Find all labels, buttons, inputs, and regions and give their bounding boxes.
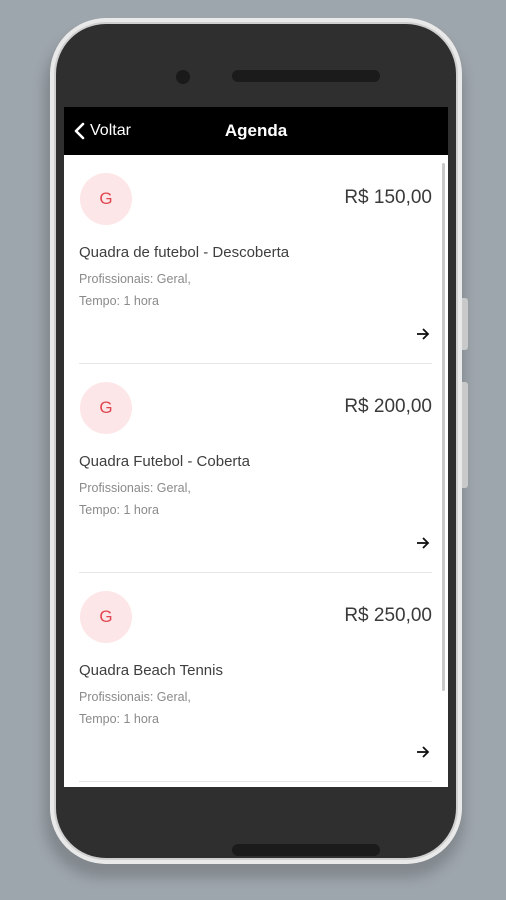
scrollbar[interactable] xyxy=(442,163,445,691)
list-item[interactable]: G R$ 250,00 Quadra Beach Tennis Profissi… xyxy=(79,573,432,782)
back-label: Voltar xyxy=(90,122,131,139)
professionals-text: Profissionais: Geral, xyxy=(79,272,191,286)
top-bar: Voltar Agenda xyxy=(64,107,448,155)
volume-button xyxy=(462,298,468,350)
back-button[interactable]: Voltar xyxy=(72,107,131,155)
service-list: G R$ 150,00 Quadra de futebol - Descober… xyxy=(64,155,448,787)
duration-text: Tempo: 1 hora xyxy=(79,712,159,726)
duration-text: Tempo: 1 hora xyxy=(79,503,159,517)
price-label: R$ 200,00 xyxy=(344,396,432,417)
price-label: R$ 250,00 xyxy=(344,605,432,626)
avatar: G xyxy=(80,382,132,434)
list-item[interactable]: G R$ 200,00 Quadra Futebol - Coberta Pro… xyxy=(79,364,432,573)
power-button xyxy=(462,382,468,488)
service-name: Quadra Futebol - Coberta xyxy=(79,453,250,470)
front-camera xyxy=(176,70,190,84)
arrow-right-icon[interactable] xyxy=(416,327,430,341)
avatar: G xyxy=(80,173,132,225)
bottom-speaker xyxy=(232,844,380,856)
professionals-text: Profissionais: Geral, xyxy=(79,690,191,704)
avatar: G xyxy=(80,591,132,643)
arrow-right-icon[interactable] xyxy=(416,536,430,550)
app-screen: Voltar Agenda G R$ 150,00 Quadra de fute… xyxy=(64,107,448,787)
duration-text: Tempo: 1 hora xyxy=(79,294,159,308)
top-speaker xyxy=(232,70,380,82)
arrow-right-icon[interactable] xyxy=(416,745,430,759)
service-name: Quadra de futebol - Descoberta xyxy=(79,244,290,261)
service-name: Quadra Beach Tennis xyxy=(79,662,223,679)
professionals-text: Profissionais: Geral, xyxy=(79,481,191,495)
list-item[interactable]: G R$ 150,00 Quadra de futebol - Descober… xyxy=(79,155,432,364)
chevron-left-icon xyxy=(74,122,85,140)
price-label: R$ 150,00 xyxy=(344,187,432,208)
